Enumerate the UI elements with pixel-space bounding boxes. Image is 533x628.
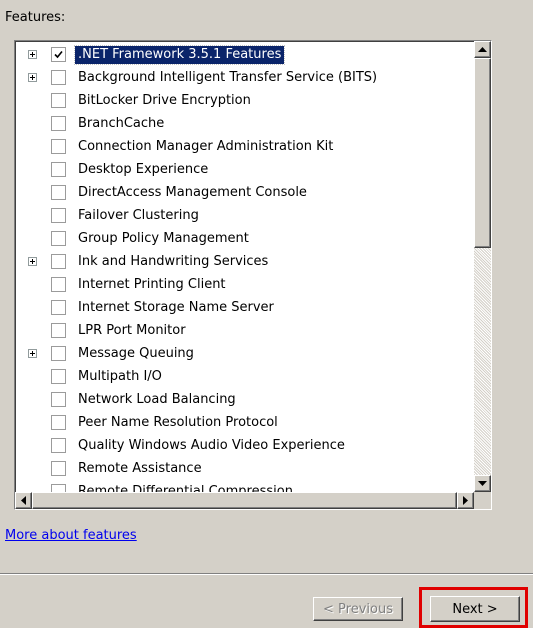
feature-row[interactable]: BitLocker Drive Encryption xyxy=(15,90,474,113)
feature-row[interactable]: Quality Windows Audio Video Experience xyxy=(15,435,474,458)
feature-checkbox[interactable] xyxy=(51,461,66,476)
feature-row[interactable]: Message Queuing xyxy=(15,343,474,366)
features-label: Features: xyxy=(5,10,66,25)
arrow-left-icon xyxy=(20,496,26,505)
features-rows: .NET Framework 3.5.1 Features Background … xyxy=(15,44,474,504)
expand-plus-icon[interactable] xyxy=(28,349,37,358)
feature-checkbox[interactable] xyxy=(51,93,66,108)
feature-label[interactable]: LPR Port Monitor xyxy=(75,322,189,340)
feature-label[interactable]: Internet Storage Name Server xyxy=(75,299,277,317)
feature-row[interactable]: Internet Storage Name Server xyxy=(15,297,474,320)
checkmark-icon xyxy=(54,50,63,59)
feature-row[interactable]: Group Policy Management xyxy=(15,228,474,251)
feature-checkbox[interactable] xyxy=(51,162,66,177)
feature-label[interactable]: Remote Assistance xyxy=(75,460,205,478)
feature-checkbox[interactable] xyxy=(51,116,66,131)
feature-row[interactable]: Remote Assistance xyxy=(15,458,474,481)
next-button[interactable]: Next > xyxy=(430,596,520,622)
scroll-up-button[interactable] xyxy=(474,41,491,58)
feature-checkbox[interactable] xyxy=(51,346,66,361)
scroll-down-button[interactable] xyxy=(474,475,491,492)
feature-row[interactable]: Failover Clustering xyxy=(15,205,474,228)
feature-row[interactable]: LPR Port Monitor xyxy=(15,320,474,343)
feature-row[interactable]: Peer Name Resolution Protocol xyxy=(15,412,474,435)
feature-label[interactable]: Multipath I/O xyxy=(75,368,165,386)
scrollbar-corner xyxy=(474,492,491,509)
feature-checkbox[interactable] xyxy=(51,254,66,269)
feature-checkbox[interactable] xyxy=(51,208,66,223)
feature-checkbox[interactable] xyxy=(51,369,66,384)
feature-label[interactable]: Message Queuing xyxy=(75,345,197,363)
feature-label[interactable]: Connection Manager Administration Kit xyxy=(75,138,336,156)
expand-plus-icon[interactable] xyxy=(28,50,37,59)
arrow-right-icon xyxy=(462,496,468,505)
feature-checkbox[interactable] xyxy=(51,231,66,246)
feature-checkbox[interactable] xyxy=(51,185,66,200)
feature-label[interactable]: Ink and Handwriting Services xyxy=(75,253,271,271)
feature-label[interactable]: Background Intelligent Transfer Service … xyxy=(75,69,380,87)
feature-label[interactable]: Group Policy Management xyxy=(75,230,252,248)
feature-row[interactable]: Internet Printing Client xyxy=(15,274,474,297)
feature-label[interactable]: Network Load Balancing xyxy=(75,391,239,409)
arrow-down-icon xyxy=(478,480,487,486)
feature-checkbox[interactable] xyxy=(51,277,66,292)
feature-row[interactable]: Ink and Handwriting Services xyxy=(15,251,474,274)
feature-row[interactable]: BranchCache xyxy=(15,113,474,136)
feature-label[interactable]: Internet Printing Client xyxy=(75,276,229,294)
vertical-scroll-thumb[interactable] xyxy=(474,58,491,248)
expand-plus-icon[interactable] xyxy=(28,257,37,266)
feature-row[interactable]: Network Load Balancing xyxy=(15,389,474,412)
feature-checkbox[interactable] xyxy=(51,70,66,85)
feature-label[interactable]: DirectAccess Management Console xyxy=(75,184,310,202)
divider xyxy=(0,573,533,575)
feature-checkbox[interactable] xyxy=(51,47,66,62)
arrow-up-icon xyxy=(478,46,487,52)
feature-row[interactable]: Desktop Experience xyxy=(15,159,474,182)
scroll-left-button[interactable] xyxy=(15,492,32,509)
features-list[interactable]: .NET Framework 3.5.1 Features Background … xyxy=(14,40,492,510)
feature-checkbox[interactable] xyxy=(51,300,66,315)
feature-label[interactable]: Failover Clustering xyxy=(75,207,202,225)
feature-row[interactable]: Connection Manager Administration Kit xyxy=(15,136,474,159)
feature-label[interactable]: BitLocker Drive Encryption xyxy=(75,92,254,110)
feature-checkbox[interactable] xyxy=(51,415,66,430)
horizontal-scrollbar[interactable] xyxy=(15,492,474,509)
feature-checkbox[interactable] xyxy=(51,139,66,154)
feature-row[interactable]: DirectAccess Management Console xyxy=(15,182,474,205)
feature-row[interactable]: Multipath I/O xyxy=(15,366,474,389)
expand-plus-icon[interactable] xyxy=(28,73,37,82)
feature-checkbox[interactable] xyxy=(51,438,66,453)
feature-label[interactable]: Desktop Experience xyxy=(75,161,211,179)
feature-row[interactable]: Background Intelligent Transfer Service … xyxy=(15,67,474,90)
vertical-scrollbar[interactable] xyxy=(474,41,491,492)
feature-label[interactable]: .NET Framework 3.5.1 Features xyxy=(73,45,286,65)
feature-label[interactable]: Peer Name Resolution Protocol xyxy=(75,414,281,432)
feature-label[interactable]: BranchCache xyxy=(75,115,167,133)
more-about-features-link[interactable]: More about features xyxy=(5,528,137,543)
feature-checkbox[interactable] xyxy=(51,323,66,338)
horizontal-scroll-thumb[interactable] xyxy=(32,492,457,509)
feature-checkbox[interactable] xyxy=(51,392,66,407)
previous-button[interactable]: < Previous xyxy=(313,597,403,621)
scroll-right-button[interactable] xyxy=(457,492,474,509)
feature-row[interactable]: .NET Framework 3.5.1 Features xyxy=(15,44,474,67)
feature-label[interactable]: Quality Windows Audio Video Experience xyxy=(75,437,348,455)
